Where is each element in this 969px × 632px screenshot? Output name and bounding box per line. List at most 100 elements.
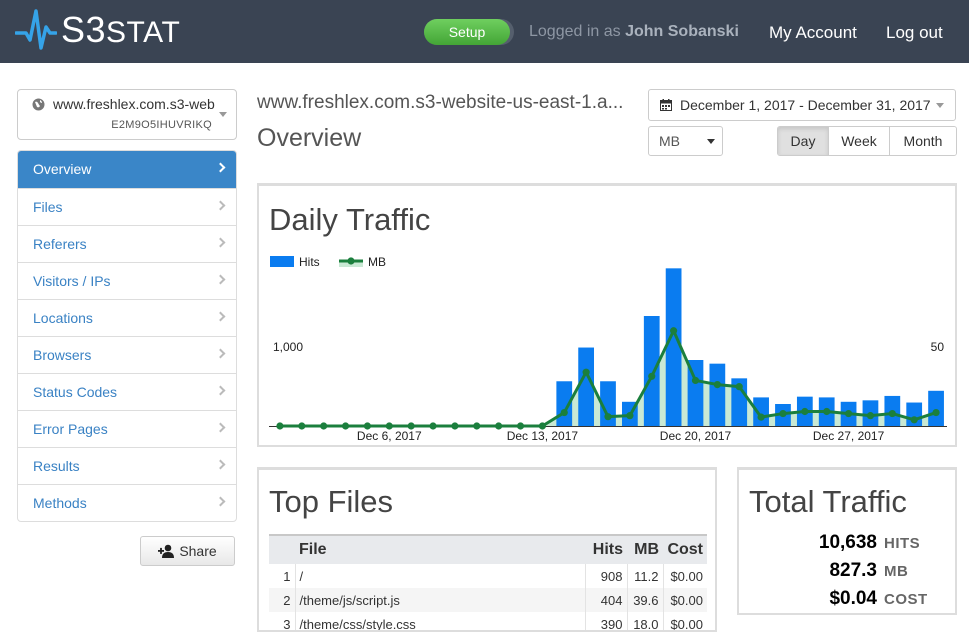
sidebar-item-label: Error Pages — [33, 421, 108, 437]
sidebar-item-overview[interactable]: Overview — [18, 151, 236, 188]
mb-data-point — [626, 412, 634, 420]
period-button-group: Day Week Month — [777, 126, 957, 156]
file-path[interactable]: /theme/css/style.css — [294, 612, 585, 630]
chevron-right-icon — [215, 422, 226, 433]
chevron-down-icon — [219, 112, 227, 117]
mb-data-point — [473, 422, 481, 430]
date-range-picker[interactable]: December 1, 2017 - December 31, 2017 — [648, 89, 956, 121]
user-name: John Sobanski — [625, 23, 739, 40]
chevron-right-icon — [215, 162, 226, 173]
chevron-right-icon — [215, 496, 226, 507]
chevron-right-icon — [215, 348, 226, 359]
setup-toggle[interactable]: Setup — [424, 19, 514, 45]
hits-bar — [643, 316, 660, 426]
page-domain: www.freshlex.com.s3-website-us-east-1.a.… — [257, 92, 624, 113]
page-title: Overview — [257, 124, 362, 152]
mb-data-point — [735, 383, 743, 391]
chevron-right-icon — [215, 311, 226, 322]
total-traffic-panel: Total Traffic 10,638 HITS 827.3 MB $0.04… — [737, 467, 957, 615]
sidebar-item-files[interactable]: Files — [18, 188, 236, 225]
mb-data-point — [320, 422, 328, 430]
mb-data-point — [888, 409, 896, 418]
column-header-mb[interactable]: MB — [627, 534, 663, 564]
sidebar-item-methods[interactable]: Methods — [18, 484, 236, 521]
total-hits-row: 10,638 HITS — [739, 532, 939, 556]
mb-data-point — [604, 413, 612, 421]
setup-toggle-label: Setup — [424, 19, 510, 45]
total-cost-value: $0.04 — [829, 588, 877, 609]
calendar-icon — [660, 99, 672, 111]
unit-select[interactable]: MB — [648, 126, 723, 156]
total-mb-label: MB — [884, 563, 909, 580]
chevron-right-icon — [215, 385, 226, 396]
mb-data-point — [801, 407, 809, 416]
column-header-cost[interactable]: Cost — [663, 534, 707, 564]
brand-main: S3 — [61, 9, 107, 50]
mb-data-point — [910, 416, 918, 424]
file-path[interactable]: /theme/js/script.js — [294, 588, 585, 612]
chevron-right-icon — [215, 459, 226, 470]
sidebar-item-label: Results — [33, 458, 80, 474]
mb-data-point — [276, 422, 284, 430]
sidebar-item-visitors[interactable]: Visitors / IPs — [18, 262, 236, 299]
chevron-right-icon — [215, 237, 226, 248]
period-month-button[interactable]: Month — [889, 127, 956, 155]
sidebar-item-label: Status Codes — [33, 384, 118, 400]
table-header-row: File Hits MB Cost — [269, 534, 707, 564]
mb-data-point — [429, 422, 437, 430]
chevron-down-icon — [707, 139, 715, 144]
file-mb: 18.0 — [626, 612, 663, 630]
file-mb: 11.2 — [626, 564, 663, 588]
sidebar-menu: Overview Files Referers Visitors / IPs L… — [17, 150, 237, 522]
sidebar-item-locations[interactable]: Locations — [18, 299, 236, 336]
chevron-down-icon — [936, 103, 944, 108]
sidebar-item-referers[interactable]: Referers — [18, 225, 236, 262]
table-row[interactable]: 2 /theme/js/script.js 404 39.6 $0.00 — [269, 588, 707, 612]
table-row[interactable]: 1 / 908 11.2 $0.00 — [269, 564, 707, 588]
period-week-button[interactable]: Week — [828, 127, 889, 155]
logout-link[interactable]: Log out — [886, 23, 943, 43]
period-day-button[interactable]: Day — [778, 127, 828, 155]
mb-data-point — [757, 413, 765, 421]
file-cost: $0.00 — [662, 564, 707, 588]
file-cost: $0.00 — [662, 588, 707, 612]
mb-data-point — [451, 422, 459, 430]
mb-data-point — [341, 422, 350, 430]
sidebar-item-status-codes[interactable]: Status Codes — [18, 373, 236, 410]
mb-data-point — [823, 407, 831, 416]
hits-bar — [709, 363, 726, 426]
file-hits: 404 — [584, 588, 627, 612]
file-rank: 3 — [283, 616, 291, 632]
date-range-value: December 1, 2017 - December 31, 2017 — [680, 97, 931, 113]
brand-name: S3STAT — [61, 12, 180, 48]
total-hits-value: 10,638 — [818, 532, 877, 553]
mb-data-point — [932, 408, 940, 417]
s3stat-logo[interactable]: S3STAT — [15, 8, 180, 52]
total-mb-row: 827.3 MB — [739, 560, 939, 584]
top-navbar: S3STAT Setup Logged in as John Sobanski … — [0, 0, 969, 63]
legend-hits-swatch — [270, 256, 294, 267]
file-rank: 1 — [283, 568, 291, 584]
total-hits-label: HITS — [884, 535, 921, 552]
left-axis-tick-label: 1,000 — [273, 340, 303, 354]
mb-data-point — [844, 409, 853, 418]
x-tick-label: Dec 20, 2017 — [660, 429, 732, 443]
my-account-link[interactable]: My Account — [769, 23, 857, 43]
table-row[interactable]: 3 /theme/css/style.css 390 18.0 $0.00 — [269, 612, 707, 632]
sidebar-item-browsers[interactable]: Browsers — [18, 336, 236, 373]
mb-data-point — [648, 372, 656, 380]
file-hits: 908 — [584, 564, 627, 588]
sidebar-item-label: Browsers — [33, 347, 92, 363]
file-path[interactable]: / — [294, 564, 585, 588]
sidebar-item-results[interactable]: Results — [18, 447, 236, 484]
mb-data-point — [495, 422, 503, 430]
x-tick-label: Dec 27, 2017 — [813, 429, 885, 443]
site-selector[interactable]: www.freshlex.com.s3-website-us-east-1.am… — [17, 89, 237, 140]
column-header-hits[interactable]: Hits — [585, 534, 627, 564]
share-button[interactable]: Share — [140, 536, 235, 566]
top-files-title: Top Files — [269, 484, 394, 519]
column-header-file[interactable]: File — [295, 534, 585, 564]
globe-icon — [32, 98, 45, 111]
distribution-id: E2M9O5IHUVRIKQ — [111, 119, 212, 131]
sidebar-item-error-pages[interactable]: Error Pages — [18, 410, 236, 447]
